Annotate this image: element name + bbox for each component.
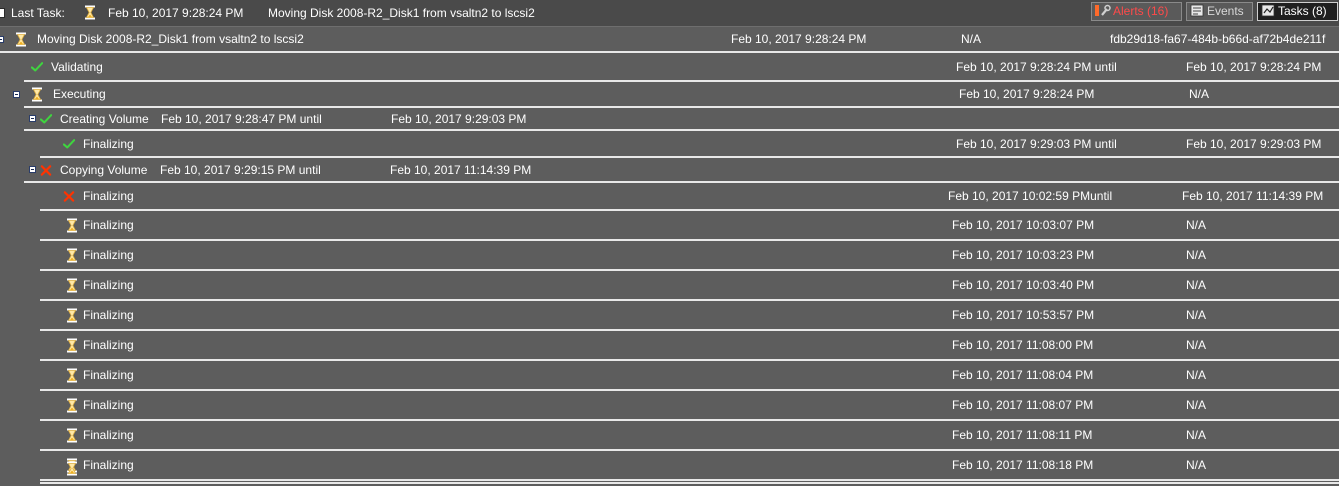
task-row-executing[interactable]: Executing Feb 10, 2017 9:28:24 PM N/A: [0, 82, 1339, 106]
hourglass-icon: [31, 87, 43, 101]
hourglass-icon: [66, 278, 78, 292]
check-icon: [40, 112, 52, 126]
task-title: Finalizing: [83, 136, 134, 151]
task-title: Finalizing: [83, 338, 134, 352]
collapse-toggle[interactable]: [13, 91, 20, 98]
task-row-finalizing[interactable]: Finalizing Feb 10, 2017 10:03:40 PM N/A: [0, 271, 1339, 299]
task-end-time: N/A: [1186, 218, 1207, 232]
task-end-time: Feb 10, 2017 9:29:03 PM: [391, 111, 527, 126]
task-title: Finalizing: [83, 428, 134, 442]
task-end-time: Feb 10, 2017 9:29:03 PM: [1186, 136, 1322, 151]
task-title: Finalizing: [83, 278, 134, 292]
task-end-time: Feb 10, 2017 11:14:39 PM: [390, 162, 532, 177]
task-row-finalizing[interactable]: Finalizing Feb 10, 2017 10:03:23 PM N/A: [0, 241, 1339, 269]
hourglass-icon: [66, 428, 78, 442]
task-row-finalizing[interactable]: Finalizing Feb 10, 2017 10:03:07 PM N/A: [0, 211, 1339, 239]
task-row-finalizing[interactable]: Finalizing Feb 10, 2017 9:29:03 PM until…: [0, 131, 1339, 156]
task-end-time: Feb 10, 2017 9:28:24 PM: [1186, 59, 1322, 74]
hourglass-icon: [66, 398, 78, 412]
task-row-finalizing[interactable]: [0, 454, 1339, 482]
task-row-finalizing[interactable]: Finalizing Feb 10, 2017 10:02:59 PMuntil…: [0, 183, 1339, 209]
task-title: Copying Volume: [60, 162, 148, 177]
window-icon: [0, 8, 5, 18]
task-start-time: Feb 10, 2017 9:28:24 PM: [731, 32, 867, 46]
task-start-time: Feb 10, 2017 11:08:00 PM: [952, 338, 1094, 352]
row-divider: [40, 482, 1339, 484]
task-start-time: Feb 10, 2017 11:08:11 PM: [952, 428, 1093, 442]
task-row-finalizing[interactable]: Finalizing Feb 10, 2017 10:53:57 PM N/A: [0, 301, 1339, 329]
task-start-time: Feb 10, 2017 10:03:23 PM: [952, 248, 1095, 262]
task-start-time: Feb 10, 2017 9:29:15 PM until: [160, 162, 321, 177]
task-row-finalizing[interactable]: Finalizing Feb 10, 2017 11:08:00 PM N/A: [0, 331, 1339, 359]
task-title: Creating Volume: [60, 111, 149, 126]
events-flag-icon: [1190, 4, 1204, 17]
hourglass-icon: [66, 368, 78, 382]
x-icon: [63, 189, 75, 203]
last-task-title[interactable]: Moving Disk 2008-R2_Disk1 from vsaltn2 t…: [268, 6, 535, 20]
check-icon: [63, 137, 75, 151]
task-start-time: Feb 10, 2017 10:02:59 PMuntil: [948, 189, 1113, 203]
task-title: Finalizing: [83, 368, 134, 382]
hourglass-icon: [15, 32, 27, 46]
hourglass-icon: [84, 5, 96, 23]
task-start-time: Feb 10, 2017 11:08:07 PM: [952, 398, 1094, 412]
tasks-icon: [1261, 4, 1275, 17]
task-title: Finalizing: [83, 218, 134, 232]
task-start-time: Feb 10, 2017 11:08:04 PM: [952, 368, 1094, 382]
task-row-creating-volume[interactable]: Creating Volume Feb 10, 2017 9:28:47 PM …: [0, 108, 1339, 129]
tab-events[interactable]: Events: [1186, 2, 1253, 21]
task-row-validating[interactable]: Validating Feb 10, 2017 9:28:24 PM until…: [0, 53, 1339, 80]
tab-tasks-label: Tasks (8): [1278, 4, 1327, 18]
task-start-time: Feb 10, 2017 9:28:24 PM until: [956, 59, 1117, 74]
hourglass-icon: [66, 461, 78, 475]
collapse-toggle[interactable]: [0, 36, 4, 43]
collapse-toggle[interactable]: [29, 115, 36, 122]
task-title: Finalizing: [83, 248, 134, 262]
top-status-bar: Last Task: Feb 10, 2017 9:28:24 PM Movin…: [0, 0, 1339, 27]
x-icon: [40, 163, 52, 177]
task-end-time: N/A: [1186, 308, 1207, 322]
tab-alerts[interactable]: Alerts (16): [1091, 2, 1182, 21]
task-start-time: Feb 10, 2017 10:03:40 PM: [952, 278, 1095, 292]
task-title: Finalizing: [83, 189, 134, 203]
task-title: Finalizing: [83, 398, 134, 412]
task-end-time: N/A: [1189, 87, 1210, 101]
task-start-time: Feb 10, 2017 9:28:24 PM: [959, 87, 1095, 101]
task-end-time: N/A: [1186, 338, 1207, 352]
tab-alerts-label: Alerts (16): [1113, 4, 1169, 18]
hourglass-icon: [66, 248, 78, 262]
hourglass-icon: [66, 308, 78, 322]
task-start-time: Feb 10, 2017 10:53:57 PM: [952, 308, 1095, 322]
hourglass-icon: [66, 338, 78, 352]
task-start-time: Feb 10, 2017 9:28:47 PM until: [161, 111, 322, 126]
task-row-finalizing[interactable]: Finalizing Feb 10, 2017 11:08:04 PM N/A: [0, 361, 1339, 389]
check-icon: [31, 60, 43, 74]
task-end-time: N/A: [1186, 398, 1207, 412]
last-task-time: Feb 10, 2017 9:28:24 PM: [108, 6, 244, 20]
task-end-time: Feb 10, 2017 11:14:39 PM: [1182, 189, 1324, 203]
task-row-finalizing[interactable]: Finalizing Feb 10, 2017 11:08:11 PM N/A: [0, 421, 1339, 449]
task-id: fdb29d18-fa67-484b-b66d-af72b4de211f: [1110, 32, 1326, 46]
task-end-time: N/A: [1186, 428, 1207, 442]
task-end-time: N/A: [1186, 368, 1207, 382]
tab-events-label: Events: [1207, 4, 1244, 18]
task-title: Executing: [53, 87, 106, 101]
last-task-label: Last Task:: [11, 6, 65, 20]
task-row-copying-volume[interactable]: Copying Volume Feb 10, 2017 9:29:15 PM u…: [0, 158, 1339, 181]
task-row-finalizing[interactable]: Finalizing Feb 10, 2017 11:08:07 PM N/A: [0, 391, 1339, 419]
task-end-time: N/A: [1186, 248, 1207, 262]
collapse-toggle[interactable]: [29, 166, 36, 173]
task-row-root[interactable]: Moving Disk 2008-R2_Disk1 from vsaltn2 t…: [0, 27, 1339, 51]
hourglass-icon: [66, 218, 78, 232]
task-end-time: N/A: [1186, 278, 1207, 292]
wrench-alert-icon: [1095, 4, 1111, 16]
task-title: Validating: [51, 59, 103, 74]
task-title: Finalizing: [83, 308, 134, 322]
task-title: Moving Disk 2008-R2_Disk1 from vsaltn2 t…: [37, 32, 304, 46]
tab-tasks[interactable]: Tasks (8): [1257, 2, 1338, 21]
task-end-time: N/A: [961, 32, 982, 46]
task-start-time: Feb 10, 2017 9:29:03 PM until: [956, 136, 1117, 151]
task-start-time: Feb 10, 2017 10:03:07 PM: [952, 218, 1095, 232]
